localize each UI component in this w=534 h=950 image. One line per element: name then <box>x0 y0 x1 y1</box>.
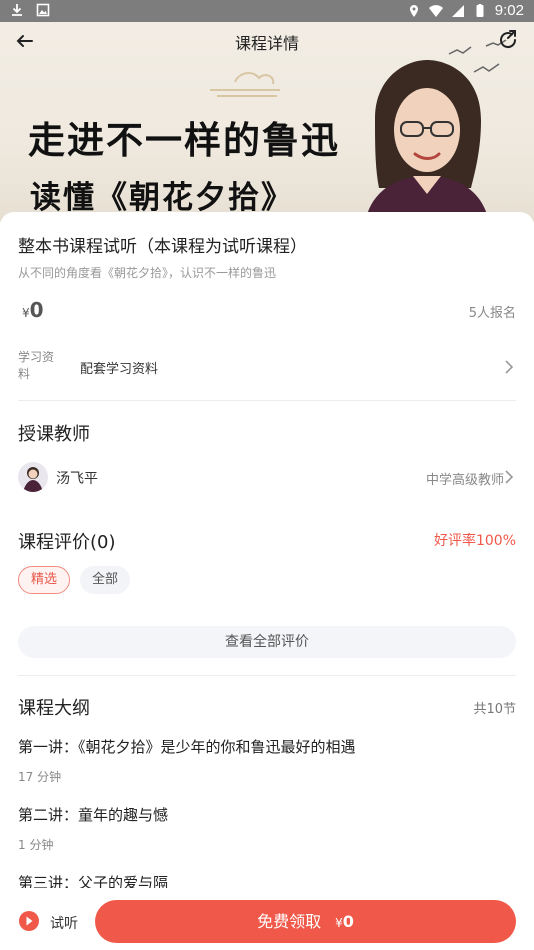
positive-rating: 好评率100% <box>433 533 516 549</box>
price-value: 0 <box>29 298 44 322</box>
location-icon <box>409 4 418 17</box>
lesson-count: 共10节 <box>473 702 516 717</box>
banner-subheadline: 读懂《朝花夕拾》 <box>30 180 294 216</box>
currency-symbol: ¥ <box>22 306 30 320</box>
teacher-avatar <box>18 462 48 492</box>
material-value: 配套学习资料 <box>80 362 159 377</box>
page-title: 课程详情 <box>234 34 299 53</box>
enrollment-count: 5人报名 <box>468 306 516 321</box>
lesson-duration: 1 分钟 <box>18 838 54 852</box>
bottom-action-bar: 试听 免费领取 ¥0 <box>0 888 534 950</box>
status-notifications <box>10 3 50 17</box>
status-indicators: 9:02 <box>407 2 524 19</box>
teacher-photo <box>365 60 489 222</box>
outline-section-title: 课程大纲 <box>18 698 90 719</box>
course-subtitle: 从不同的角度看《朝花夕拾》，认识不一样的鲁迅 <box>18 266 277 280</box>
share-icon[interactable] <box>496 28 520 52</box>
banner-headline: 走进不一样的鲁迅 <box>28 118 340 162</box>
teacher-name: 汤飞平 <box>56 471 98 487</box>
review-tag-featured[interactable]: 精选 <box>18 566 70 594</box>
view-all-reviews-button[interactable]: 查看全部评价 <box>18 626 516 658</box>
claim-free-button[interactable]: 免费领取 ¥0 <box>95 900 516 943</box>
battery-icon <box>476 3 484 17</box>
review-tag-all[interactable]: 全部 <box>80 566 130 594</box>
course-detail-card: 整本书课程试听（本课程为试听课程） 从不同的角度看《朝花夕拾》，认识不一样的鲁迅… <box>0 212 534 950</box>
trial-label: 试听 <box>50 916 78 932</box>
teacher-section-title: 授课教师 <box>18 424 90 445</box>
lesson-duration: 17 分钟 <box>18 770 62 784</box>
download-icon <box>12 4 22 16</box>
divider <box>18 675 516 676</box>
claim-price: 0 <box>342 912 354 931</box>
clock: 9:02 <box>494 2 524 19</box>
lesson-title: 第一讲：《朝花夕拾》是少年的你和鲁迅最好的相遇 <box>18 738 356 756</box>
claim-label: 免费领取 <box>257 912 322 931</box>
lesson-title: 第二讲：童年的趣与憾 <box>18 806 169 824</box>
cloud-decoration <box>210 72 280 97</box>
claim-currency: ¥ <box>335 916 343 930</box>
course-banner: 课程详情 走进不一样的鲁迅 读懂《朝花夕拾》 <box>0 22 534 222</box>
review-section-title: 课程评价(0) <box>18 532 116 553</box>
chevron-right-icon <box>505 360 514 374</box>
status-bar: 9:02 <box>0 0 534 22</box>
image-notification-icon <box>36 3 50 17</box>
chevron-right-icon <box>505 470 514 484</box>
wifi-icon <box>428 4 443 17</box>
material-label: 学习资料 <box>18 350 55 381</box>
teacher-role: 中学高级教师 <box>425 473 504 488</box>
course-title: 整本书课程试听（本课程为试听课程） <box>18 237 307 257</box>
signal-icon <box>451 4 464 17</box>
divider <box>18 400 516 401</box>
play-circle-icon <box>19 911 39 931</box>
course-price: ¥0 <box>22 298 44 322</box>
